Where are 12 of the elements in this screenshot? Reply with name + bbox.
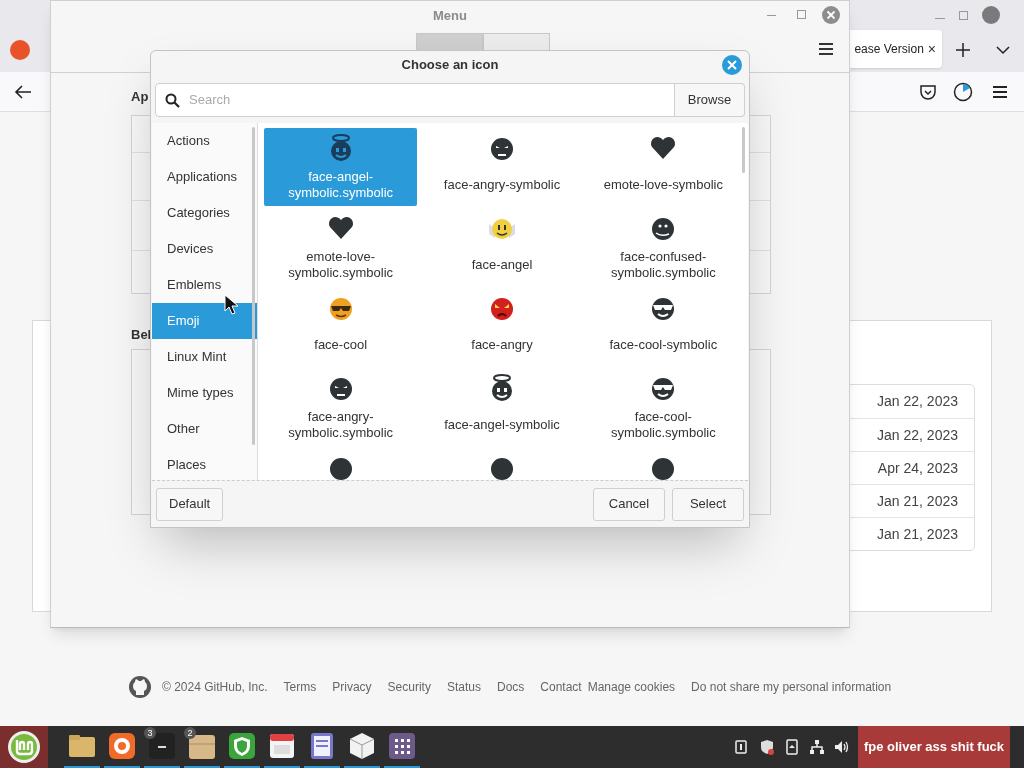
window-count-badge: 3: [144, 727, 156, 739]
release-date: Jan 22, 2023: [877, 392, 958, 411]
section-heading: Bel: [131, 326, 152, 341]
window-title: Menu: [433, 7, 467, 26]
release-date: Apr 24, 2023: [877, 458, 958, 478]
release-date: Jan 21, 2023: [877, 491, 958, 511]
window-count-badge: 2: [184, 727, 196, 739]
copyright-text: © 2024 GitHub, Inc.: [162, 679, 268, 696]
release-date: Jan 22, 2023: [877, 425, 958, 445]
release-date: Jan 21, 2023: [877, 524, 958, 544]
section-heading: Ap: [131, 88, 149, 103]
dialog-title: Choose an icon: [401, 56, 499, 75]
